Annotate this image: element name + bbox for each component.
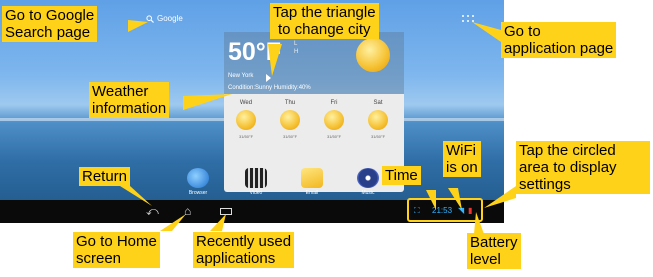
pointer-battery: [474, 212, 484, 234]
callout-time: Time: [382, 166, 421, 185]
pointer-triangle: [268, 44, 282, 76]
pointer-settings: [484, 186, 516, 208]
callout-return: Return: [79, 167, 131, 186]
callout-settings: Tap the circled area to display settings: [516, 141, 650, 194]
pointer-home: [160, 214, 186, 231]
callout-change-city: Tap the triangle to change city: [270, 3, 379, 39]
pointer-app-page: [472, 22, 501, 42]
pointer-google: [128, 20, 148, 32]
callout-weather-info: Weather information: [89, 82, 170, 118]
callout-recent-apps: Recently used applications: [193, 232, 295, 268]
pointer-return: [120, 186, 152, 206]
pointer-wifi: [448, 188, 462, 210]
callout-google-search: Go to Google Search page: [2, 6, 98, 42]
callout-home-screen: Go to Home screen: [73, 232, 160, 268]
pointer-recent: [210, 214, 226, 231]
pointer-time: [426, 190, 436, 210]
callout-app-page: Go to application page: [501, 22, 617, 58]
pointer-weather: [183, 94, 232, 110]
callout-battery: Battery level: [467, 233, 521, 269]
callout-wifi: WiFi is on: [443, 141, 481, 177]
